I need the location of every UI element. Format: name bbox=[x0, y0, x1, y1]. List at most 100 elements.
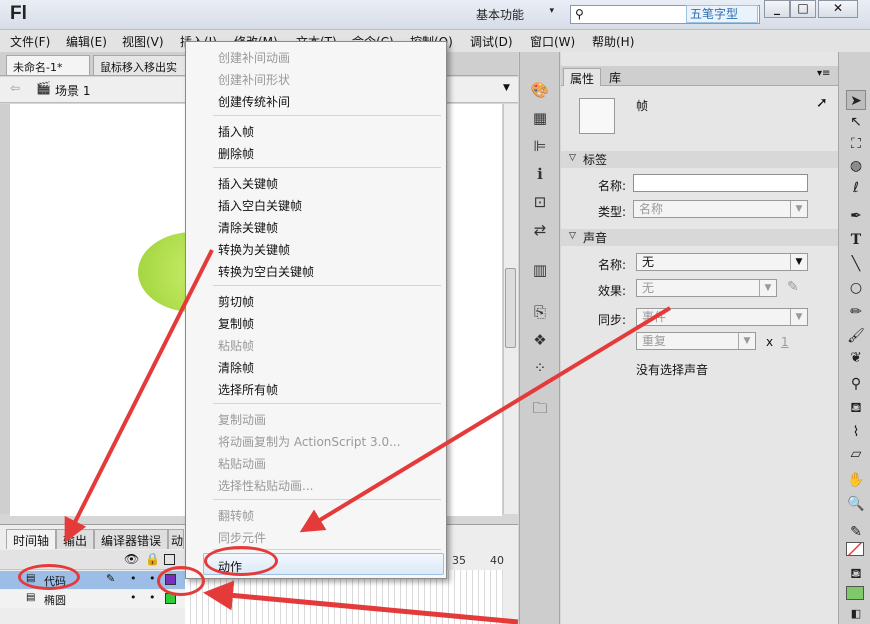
menu-view[interactable]: 视图(V) bbox=[122, 33, 164, 50]
menu-separator bbox=[213, 167, 441, 168]
zoom-tool-icon[interactable]: 🔍 bbox=[846, 494, 866, 514]
menu-debug[interactable]: 调试(D) bbox=[470, 33, 513, 50]
zoom-dropdown-icon[interactable]: ▼ bbox=[503, 83, 510, 93]
tab-output[interactable]: 输出 bbox=[56, 529, 95, 549]
close-button[interactable]: ✕ bbox=[818, 0, 858, 18]
name-label: 名称: bbox=[598, 179, 627, 193]
menu-copy-frames[interactable]: 复制帧 bbox=[218, 315, 254, 332]
menu-copy-motion-as3: 将动画复制为 ActionScript 3.0... bbox=[218, 435, 401, 449]
minimize-button[interactable]: _ bbox=[764, 0, 790, 18]
sound-name-label: 名称: bbox=[598, 258, 627, 272]
menu-window[interactable]: 窗口(W) bbox=[530, 33, 575, 50]
scene-label[interactable]: 场景 1 bbox=[55, 82, 90, 99]
selection-tool-icon[interactable]: ➤ bbox=[846, 90, 866, 110]
menu-edit[interactable]: 编辑(E) bbox=[66, 33, 107, 50]
stroke-color-pencil-icon[interactable]: ✎ bbox=[846, 522, 866, 542]
text-tool-icon[interactable]: T bbox=[846, 230, 866, 250]
menu-clear-frames[interactable]: 清除帧 bbox=[218, 359, 254, 376]
menu-reverse-frames: 翻转帧 bbox=[218, 509, 255, 523]
tab-mouse-hover[interactable]: 鼠标移入移出实 bbox=[93, 55, 187, 75]
fill-color-swatch[interactable] bbox=[846, 586, 864, 600]
pencil-tool-icon[interactable]: ✏ bbox=[846, 302, 866, 322]
sync-value: 事件 bbox=[642, 310, 667, 324]
behaviors-icon[interactable]: ⁘ bbox=[530, 358, 550, 378]
menu-convert-to-blank-keyframe[interactable]: 转换为空白关键帧 bbox=[218, 263, 314, 280]
tab-motion[interactable]: 动 bbox=[168, 529, 184, 549]
annotation-circle-layer bbox=[18, 564, 80, 590]
brush-tool-icon[interactable]: 🖌 bbox=[846, 326, 866, 346]
menu-delete-frame[interactable]: 删除帧 bbox=[218, 145, 254, 162]
workspace-switcher[interactable]: 基本功能 ▾ bbox=[476, 6, 558, 24]
frame-number: 35 bbox=[452, 554, 466, 567]
maximize-button[interactable]: □ bbox=[790, 0, 816, 18]
ime-watermark: 五笔字型 bbox=[686, 5, 758, 23]
lock-icon[interactable]: 🔒 bbox=[145, 552, 160, 566]
menu-create-motion-tween: 创建补间动画 bbox=[218, 51, 291, 65]
scrollbar-thumb[interactable] bbox=[505, 268, 516, 348]
free-transform-tool-icon[interactable]: ⛶ bbox=[846, 134, 866, 154]
menu-select-all-frames[interactable]: 选择所有帧 bbox=[218, 381, 278, 398]
lock-dot[interactable]: • bbox=[149, 591, 156, 604]
fill-color-bucket-icon[interactable]: ⛾ bbox=[846, 564, 866, 584]
lock-dot[interactable]: • bbox=[149, 572, 156, 585]
eyedropper-tool-icon[interactable]: ⌇ bbox=[846, 422, 866, 442]
back-arrow-icon[interactable]: ⇦ bbox=[10, 81, 20, 95]
tab-library[interactable]: 库 bbox=[603, 68, 627, 86]
menu-insert-blank-keyframe[interactable]: 插入空白关键帧 bbox=[218, 197, 302, 214]
deco-tool-icon[interactable]: ❦ bbox=[846, 348, 866, 368]
subselection-tool-icon[interactable]: ↖ bbox=[846, 112, 866, 132]
paint-bucket-tool-icon[interactable]: ⛾ bbox=[846, 398, 866, 418]
tab-timeline[interactable]: 时间轴 bbox=[6, 529, 57, 549]
menu-help[interactable]: 帮助(H) bbox=[592, 33, 634, 50]
outline-icon[interactable] bbox=[164, 554, 175, 565]
menu-separator bbox=[213, 115, 441, 116]
swatches-panel-icon[interactable]: ▦ bbox=[530, 108, 550, 128]
tab-properties[interactable]: 属性 bbox=[563, 68, 602, 86]
menu-create-classic-tween[interactable]: 创建传统补间 bbox=[218, 93, 290, 110]
tools-panel: ➤ ↖ ⛶ ◍ ℓ ✒ T ╲ ○ ✏ 🖌 ❦ ⚲ ⛾ ⌇ ▱ ✋ 🔍 ✎ ⛾ … bbox=[838, 52, 870, 624]
annotation-circle-keyframe bbox=[157, 566, 205, 596]
menu-file[interactable]: 文件(F) bbox=[10, 33, 50, 50]
bone-tool-icon[interactable]: ⚲ bbox=[846, 374, 866, 394]
visibility-dot[interactable]: • bbox=[130, 591, 137, 604]
frame-number: 40 bbox=[490, 554, 504, 567]
eraser-tool-icon[interactable]: ▱ bbox=[846, 444, 866, 464]
transform-panel-icon[interactable]: ⊡ bbox=[530, 192, 550, 212]
library-icon[interactable]: ▥ bbox=[530, 260, 550, 280]
visibility-dot[interactable]: • bbox=[130, 572, 137, 585]
layer-row-ellipse[interactable]: ▤ 椭圆 • • bbox=[0, 590, 185, 608]
tab-untitled-1[interactable]: 未命名-1* bbox=[6, 55, 90, 75]
actions-panel-icon[interactable]: ⎘ bbox=[530, 302, 550, 322]
menu-clear-keyframe[interactable]: 清除关键帧 bbox=[218, 219, 278, 236]
menu-paste-frames: 粘贴帧 bbox=[218, 339, 255, 353]
components-icon[interactable]: ❖ bbox=[530, 330, 550, 350]
info-panel-icon[interactable]: ℹ bbox=[530, 164, 550, 184]
pen-tool-icon[interactable]: ✒ bbox=[846, 206, 866, 226]
help-icon[interactable]: ➚ bbox=[816, 95, 828, 111]
hand-tool-icon[interactable]: ✋ bbox=[846, 470, 866, 490]
section-sound[interactable]: ▽ 声音 bbox=[561, 229, 838, 246]
eye-icon[interactable]: 👁 bbox=[124, 552, 139, 566]
3d-rotation-tool-icon[interactable]: ◍ bbox=[846, 156, 866, 176]
align-panel-icon[interactable]: ⊫ bbox=[530, 136, 550, 156]
frame-name-input[interactable] bbox=[633, 174, 808, 192]
section-label[interactable]: ▽ 标签 bbox=[561, 151, 838, 168]
menu-insert-frame[interactable]: 插入帧 bbox=[218, 123, 254, 140]
stroke-color-swatch[interactable] bbox=[846, 542, 864, 556]
tab-compiler-errors[interactable]: 编译器错误 bbox=[94, 529, 169, 549]
chevron-down-icon: ▼ bbox=[790, 309, 807, 325]
menu-convert-to-keyframe[interactable]: 转换为关键帧 bbox=[218, 241, 290, 258]
oval-tool-icon[interactable]: ○ bbox=[846, 278, 866, 298]
repeat-count: 1 bbox=[781, 335, 789, 349]
menu-insert-keyframe[interactable]: 插入关键帧 bbox=[218, 175, 278, 192]
line-tool-icon[interactable]: ╲ bbox=[846, 254, 866, 274]
menu-cut-frames[interactable]: 剪切帧 bbox=[218, 293, 254, 310]
panel-menu-icon[interactable]: ▾≡ bbox=[817, 68, 830, 79]
color-panel-icon[interactable]: 🎨 bbox=[530, 80, 550, 100]
swap-colors-icon[interactable]: ◧ bbox=[846, 604, 866, 624]
layer-name[interactable]: 椭圆 bbox=[44, 592, 66, 608]
lasso-tool-icon[interactable]: ℓ bbox=[846, 178, 866, 198]
motion-presets-icon[interactable]: ⇄ bbox=[530, 220, 550, 240]
sound-name-select[interactable]: 无 ▼ bbox=[636, 253, 808, 271]
project-panel-icon[interactable]: 🗀 bbox=[530, 398, 550, 418]
